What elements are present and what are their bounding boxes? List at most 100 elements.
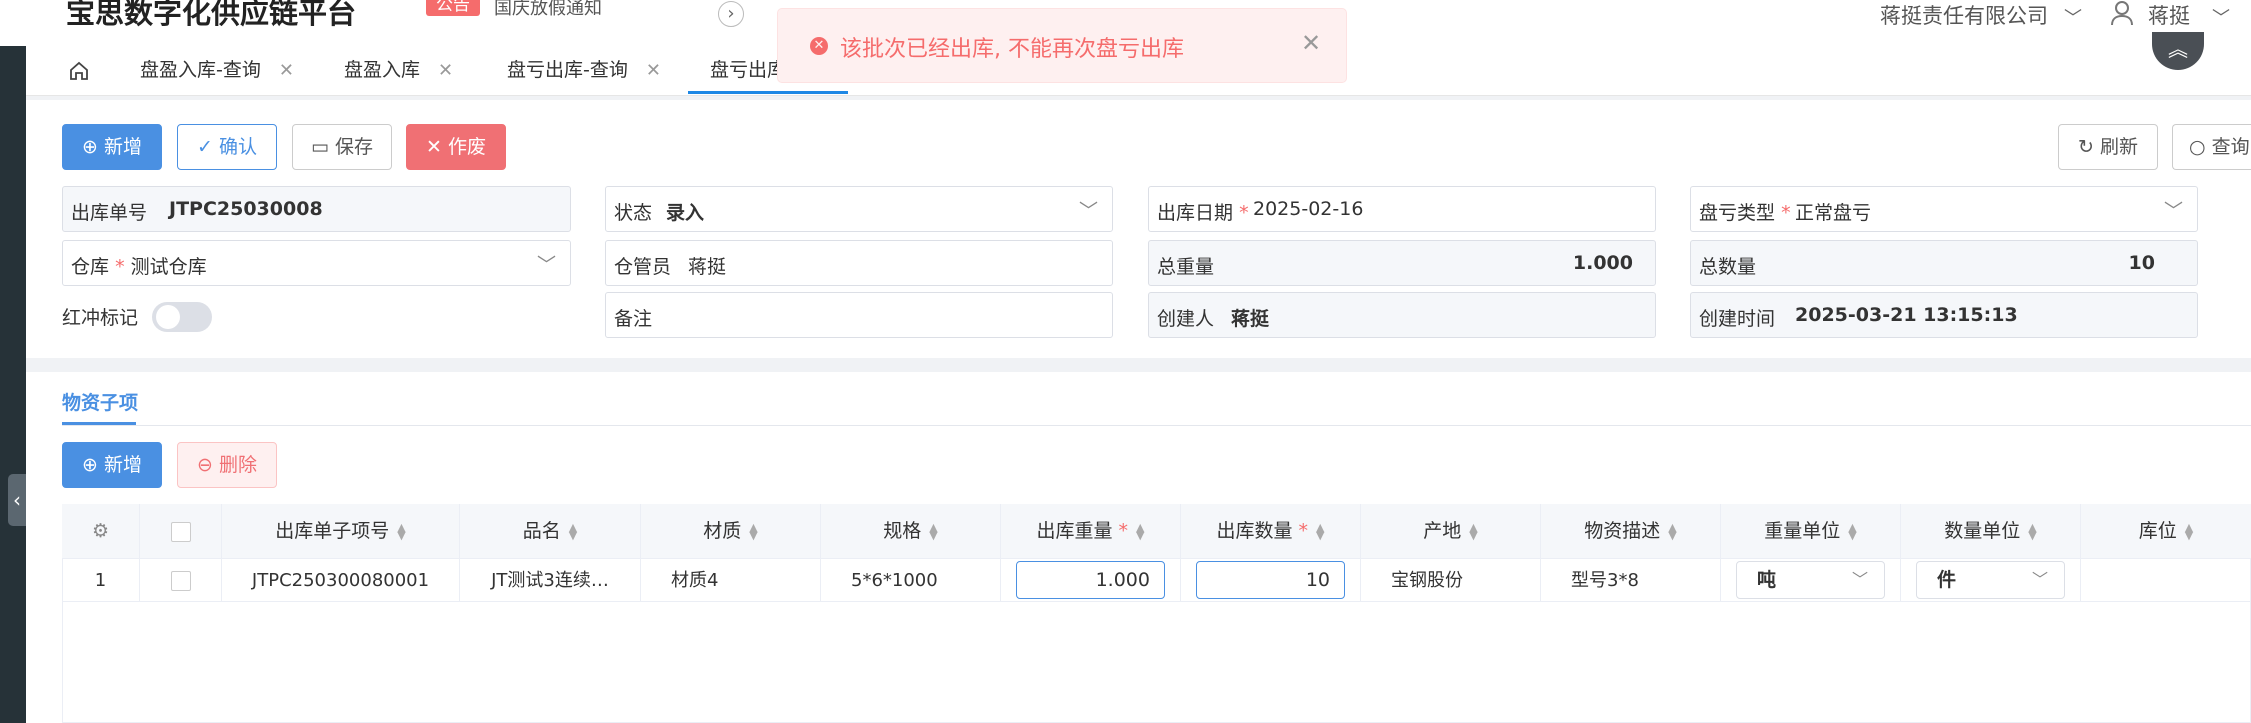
column-out-weight[interactable]: 出库重量 * ▲ ▼ bbox=[1001, 504, 1181, 559]
divider bbox=[62, 425, 2251, 426]
sort-icon: ▲ ▼ bbox=[1668, 520, 1677, 542]
sort-icon: ▲ ▼ bbox=[1136, 520, 1145, 542]
column-spec[interactable]: 规格 ▲ ▼ bbox=[821, 504, 1001, 559]
toast-message: 该批次已经出库, 不能再次盘亏出库 bbox=[840, 37, 1184, 62]
remark-input[interactable]: 备注 bbox=[605, 292, 1113, 338]
red-flag-label: 红冲标记 bbox=[62, 307, 139, 329]
user-name[interactable]: 蒋挺 bbox=[2148, 0, 2190, 30]
column-qty-unit[interactable]: 数量单位 ▲ ▼ bbox=[1901, 504, 2081, 559]
sort-icon: ▲ ▼ bbox=[1469, 520, 1478, 542]
cell-desc: 型号3*8 bbox=[1541, 559, 1721, 602]
sort-icon: ▲ ▼ bbox=[2184, 520, 2194, 542]
qty-unit-select[interactable]: 件 ﹀ bbox=[1916, 561, 2065, 599]
plus-circle-icon: ⊕ bbox=[82, 454, 98, 476]
active-tab-indicator bbox=[688, 91, 848, 94]
row-index: 1 bbox=[62, 559, 140, 602]
void-button[interactable]: ✕ 作废 bbox=[406, 124, 506, 170]
chevron-down-icon: ﹀ bbox=[1078, 200, 1098, 222]
close-icon[interactable]: ✕ bbox=[279, 60, 294, 81]
notice-next-icon[interactable]: › bbox=[718, 1, 744, 27]
error-toast: ✕ 该批次已经出库, 不能再次盘亏出库 ✕ bbox=[777, 8, 1347, 83]
order-no-field: 出库单号 JTPC25030008 bbox=[62, 186, 571, 232]
column-location[interactable]: 库位 ▲ ▼ bbox=[2081, 504, 2251, 559]
column-weight-unit[interactable]: 重量单位 ▲ ▼ bbox=[1721, 504, 1901, 559]
row-select[interactable] bbox=[140, 559, 222, 602]
add-button[interactable]: ⊕ 新增 bbox=[62, 124, 162, 170]
tab-inventory-gain[interactable]: 盘盈入库 ✕ bbox=[344, 46, 453, 94]
folder-icon: ▭ bbox=[310, 136, 329, 158]
cell-material: 材质4 bbox=[641, 559, 821, 602]
chevron-down-icon: ﹀ bbox=[536, 254, 556, 276]
notice-link[interactable]: 国庆放假通知 bbox=[494, 0, 602, 20]
column-name[interactable]: 品名 ▲ ▼ bbox=[460, 504, 641, 559]
row-checkbox[interactable] bbox=[170, 571, 191, 591]
close-icon[interactable]: ✕ bbox=[1301, 29, 1321, 57]
out-date-picker[interactable]: 出库日期 * 2025-02-16 bbox=[1148, 186, 1656, 232]
sidebar-expand-icon[interactable]: ‹ bbox=[8, 474, 26, 526]
sort-icon: ▲ ▼ bbox=[568, 520, 578, 542]
user-icon[interactable] bbox=[2110, 0, 2134, 26]
toggle-knob[interactable] bbox=[156, 305, 180, 329]
total-qty-field: 总数量 10 bbox=[1690, 240, 2198, 286]
select-all-checkbox[interactable] bbox=[170, 521, 191, 542]
chevron-down-icon: ﹀ bbox=[2031, 570, 2048, 589]
cell-name: JT测试3连续… bbox=[460, 559, 641, 602]
creator-field: 创建人 蒋挺 bbox=[1148, 292, 1656, 338]
notice-badge: 公告 bbox=[426, 0, 480, 16]
keeper-field[interactable]: 仓管员 蒋挺 bbox=[605, 240, 1113, 286]
chevron-down-icon: ﹀ bbox=[1851, 570, 1868, 589]
created-time-field: 创建时间 2025-03-21 13:15:13 bbox=[1690, 292, 2198, 338]
delete-item-button[interactable]: ⊖ 删除 bbox=[177, 442, 277, 488]
cell-location bbox=[2081, 559, 2251, 602]
order-no-value: JTPC25030008 bbox=[169, 198, 323, 220]
tab-inventory-loss[interactable]: 盘亏出库 bbox=[710, 46, 786, 94]
minus-circle-icon: ⊖ bbox=[197, 454, 213, 476]
sort-icon: ▲ ▼ bbox=[749, 520, 758, 542]
brand-title: 宝思数字化供应链平台 bbox=[66, 0, 357, 30]
add-item-button[interactable]: ⊕ 新增 bbox=[62, 442, 162, 488]
company-selector[interactable]: 蒋挺责任有限公司 bbox=[1880, 0, 2048, 30]
gear-icon[interactable]: ⚙ bbox=[92, 520, 109, 542]
tab-material-items[interactable]: 物资子项 bbox=[62, 388, 138, 415]
status-select[interactable]: 状态 录入 ﹀ bbox=[605, 186, 1113, 232]
plus-circle-icon: ⊕ bbox=[82, 136, 98, 158]
column-item-no[interactable]: 出库单子项号 ▲ ▼ bbox=[222, 504, 460, 559]
chevron-down-icon: ﹀ bbox=[2163, 200, 2183, 222]
loss-type-select[interactable]: 盘亏类型 * 正常盘亏 ﹀ bbox=[1690, 186, 2198, 232]
refresh-icon: ↻ bbox=[2078, 136, 2094, 158]
warehouse-select[interactable]: 仓库 * 测试仓库 ﹀ bbox=[62, 240, 571, 286]
total-weight-field: 总重量 1.000 bbox=[1148, 240, 1656, 286]
home-icon[interactable] bbox=[68, 46, 90, 94]
sort-icon: ▲ ▼ bbox=[397, 520, 406, 542]
out-qty-input[interactable]: 10 bbox=[1196, 561, 1345, 599]
tab-inventory-loss-query[interactable]: 盘亏出库-查询 ✕ bbox=[507, 46, 661, 94]
sort-icon: ▲ ▼ bbox=[929, 520, 938, 542]
sort-icon: ▲ ▼ bbox=[2028, 520, 2037, 542]
check-icon: ✓ bbox=[197, 136, 213, 158]
column-origin[interactable]: 产地 ▲ ▼ bbox=[1361, 504, 1541, 559]
confirm-button[interactable]: ✓ 确认 bbox=[177, 124, 277, 170]
weight-unit-select[interactable]: 吨 ﹀ bbox=[1736, 561, 1885, 599]
sidebar-collapsed bbox=[0, 46, 26, 723]
tab-inventory-gain-query[interactable]: 盘盈入库-查询 ✕ bbox=[140, 46, 294, 94]
close-icon[interactable]: ✕ bbox=[646, 60, 661, 81]
query-button[interactable]: ○ 查询 bbox=[2172, 124, 2251, 170]
close-icon[interactable]: ✕ bbox=[438, 60, 453, 81]
cell-origin: 宝钢股份 bbox=[1361, 559, 1541, 602]
refresh-button[interactable]: ↻ 刷新 bbox=[2058, 124, 2158, 170]
column-out-qty[interactable]: 出库数量 * ▲ ▼ bbox=[1181, 504, 1361, 559]
sort-icon: ▲ ▼ bbox=[1316, 520, 1325, 542]
column-settings[interactable]: ⚙ bbox=[62, 504, 140, 559]
chevron-down-icon[interactable]: ﹀ bbox=[2212, 4, 2230, 30]
out-weight-input[interactable]: 1.000 bbox=[1016, 561, 1165, 599]
chevron-down-icon[interactable]: ﹀ bbox=[2064, 4, 2082, 30]
column-material[interactable]: 材质 ▲ ▼ bbox=[641, 504, 821, 559]
search-icon: ○ bbox=[2189, 136, 2206, 158]
cell-spec: 5*6*1000 bbox=[821, 559, 1001, 602]
close-icon: ✕ bbox=[426, 136, 442, 158]
sort-icon: ▲ ▼ bbox=[1848, 520, 1857, 542]
select-all[interactable] bbox=[140, 504, 222, 559]
column-desc[interactable]: 物资描述 ▲ ▼ bbox=[1541, 504, 1721, 559]
save-button[interactable]: ▭ 保存 bbox=[292, 124, 392, 170]
cell-item-no: JTPC250300080001 bbox=[222, 559, 460, 602]
